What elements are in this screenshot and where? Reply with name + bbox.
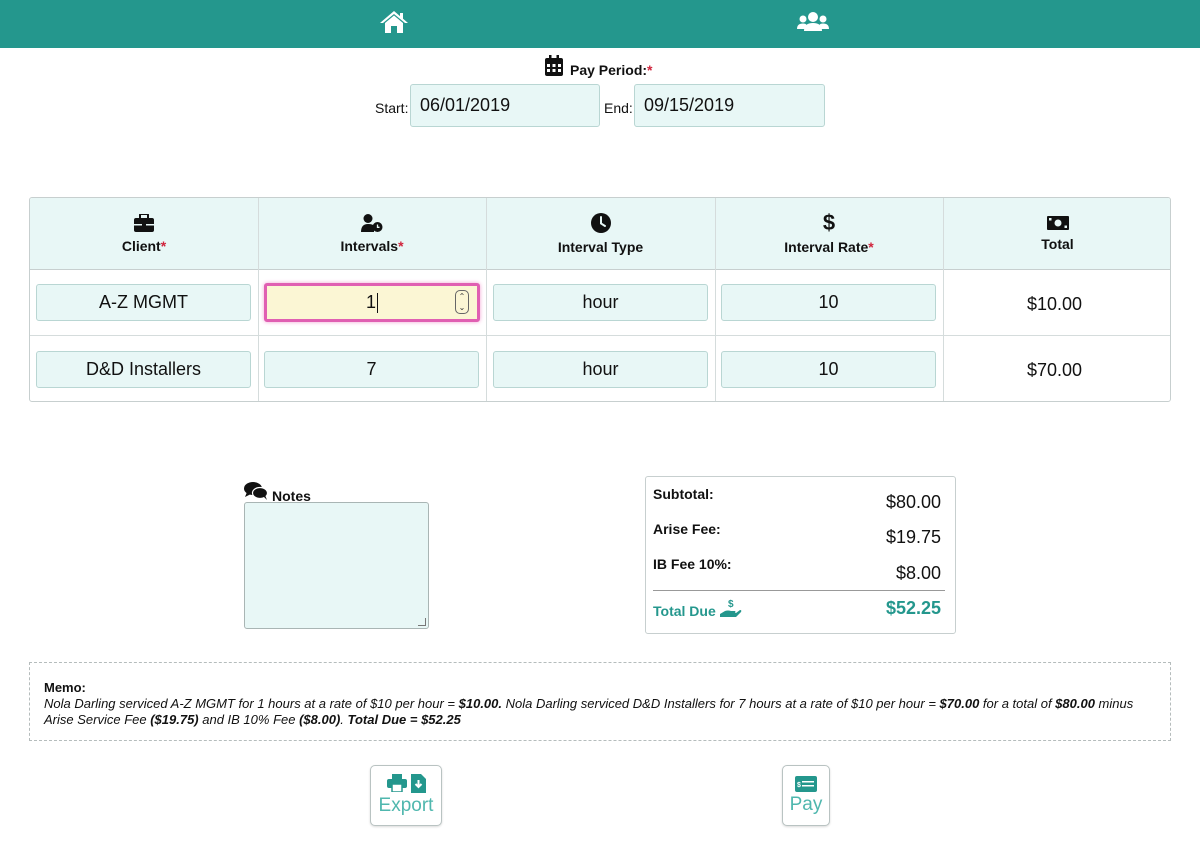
dollar-icon: $ xyxy=(822,210,836,235)
header-interval-type-label: Interval Type xyxy=(557,239,644,255)
users-button[interactable] xyxy=(795,6,831,38)
ib-fee-label: IB Fee 10%: xyxy=(653,556,732,572)
users-icon xyxy=(797,12,829,31)
ib-fee-value: $8.00 xyxy=(895,563,941,583)
resize-handle[interactable] xyxy=(418,618,426,626)
memo-label: Memo: xyxy=(44,680,86,695)
hand-holding-usd-icon: $ xyxy=(719,599,742,617)
pay-label: Pay xyxy=(789,793,823,815)
divider xyxy=(653,590,945,591)
total-due-label: Total Due xyxy=(653,603,716,619)
text-caret xyxy=(377,292,378,313)
clock-icon xyxy=(590,213,611,233)
user-clock-icon xyxy=(361,214,383,232)
intervals-field[interactable]: 1 ⌃ ⌄ xyxy=(264,283,480,322)
comments-icon xyxy=(244,482,268,500)
header-client-label: Client xyxy=(121,238,161,254)
header-intervals-label: Intervals xyxy=(340,238,399,254)
number-stepper[interactable]: ⌃ ⌄ xyxy=(455,290,469,314)
row-total: $70.00 xyxy=(1027,360,1083,380)
end-date-field[interactable]: 09/15/2019 xyxy=(634,84,825,127)
total-due-value: $52.25 xyxy=(885,598,941,618)
svg-text:$: $ xyxy=(728,599,734,610)
header-total-label: Total xyxy=(1041,236,1074,252)
interval-rate-field[interactable]: 10 xyxy=(721,284,936,321)
chevron-up-icon[interactable]: ⌃ xyxy=(459,292,466,301)
start-date-field[interactable]: 06/01/2019 xyxy=(410,84,600,127)
subtotal-label: Subtotal: xyxy=(653,486,714,502)
svg-text:$: $ xyxy=(797,782,801,789)
top-nav-bar xyxy=(0,0,1200,48)
pay-period-header: Pay Period:* xyxy=(544,54,652,78)
pay-period-title: Pay Period: xyxy=(570,62,648,78)
header-client: Client* xyxy=(30,198,258,270)
interval-rate-field[interactable]: 10 xyxy=(721,351,936,388)
start-date-label: Start: xyxy=(375,100,409,116)
intervals-field[interactable]: 7 xyxy=(264,351,479,388)
arise-fee-value: $19.75 xyxy=(885,527,941,547)
money-bill-icon xyxy=(1046,216,1069,230)
total-due-row: Total Due $ xyxy=(653,599,742,619)
notes-header: Notes xyxy=(244,478,311,504)
subtotal-value: $80.00 xyxy=(885,492,941,512)
calendar-icon xyxy=(545,55,563,76)
required-mark: * xyxy=(160,238,167,254)
header-intervals: Intervals* xyxy=(258,198,486,270)
home-button[interactable] xyxy=(376,6,412,38)
row-total: $10.00 xyxy=(1027,294,1083,314)
memo-text: Nola Darling serviced A-Z MGMT for 1 hou… xyxy=(44,696,1134,727)
header-interval-rate: $ Interval Rate* xyxy=(715,198,943,270)
interval-type-field[interactable]: hour xyxy=(493,351,708,388)
file-download-icon xyxy=(410,774,426,793)
intervals-value: 1 xyxy=(365,292,376,312)
header-total: Total xyxy=(943,198,1170,270)
header-interval-rate-label: Interval Rate xyxy=(784,239,869,255)
arise-fee-label: Arise Fee: xyxy=(653,521,721,537)
pay-button[interactable]: $ Pay xyxy=(782,765,830,826)
chevron-down-icon[interactable]: ⌄ xyxy=(459,303,466,312)
memo-box: Memo: Nola Darling serviced A-Z MGMT for… xyxy=(29,662,1171,741)
export-button[interactable]: Export xyxy=(370,765,442,826)
notes-textarea[interactable] xyxy=(244,502,429,629)
header-interval-type: Interval Type xyxy=(486,198,715,270)
client-field[interactable]: D&D Installers xyxy=(36,351,251,388)
line-items-table: Client* Intervals* Interval Type $ Inter… xyxy=(29,197,1171,402)
payment-summary: Subtotal: $80.00 Arise Fee: $19.75 IB Fe… xyxy=(645,476,956,634)
required-mark: * xyxy=(398,238,404,254)
interval-type-field[interactable]: hour xyxy=(493,284,708,321)
required-mark: * xyxy=(647,62,653,78)
client-field[interactable]: A-Z MGMT xyxy=(36,284,251,321)
required-mark: * xyxy=(868,239,874,255)
briefcase-icon xyxy=(134,214,154,232)
money-check-icon: $ xyxy=(795,775,817,792)
print-icon xyxy=(386,774,407,792)
home-icon xyxy=(380,11,408,33)
export-label: Export xyxy=(378,795,434,816)
end-date-label: End: xyxy=(604,100,633,116)
